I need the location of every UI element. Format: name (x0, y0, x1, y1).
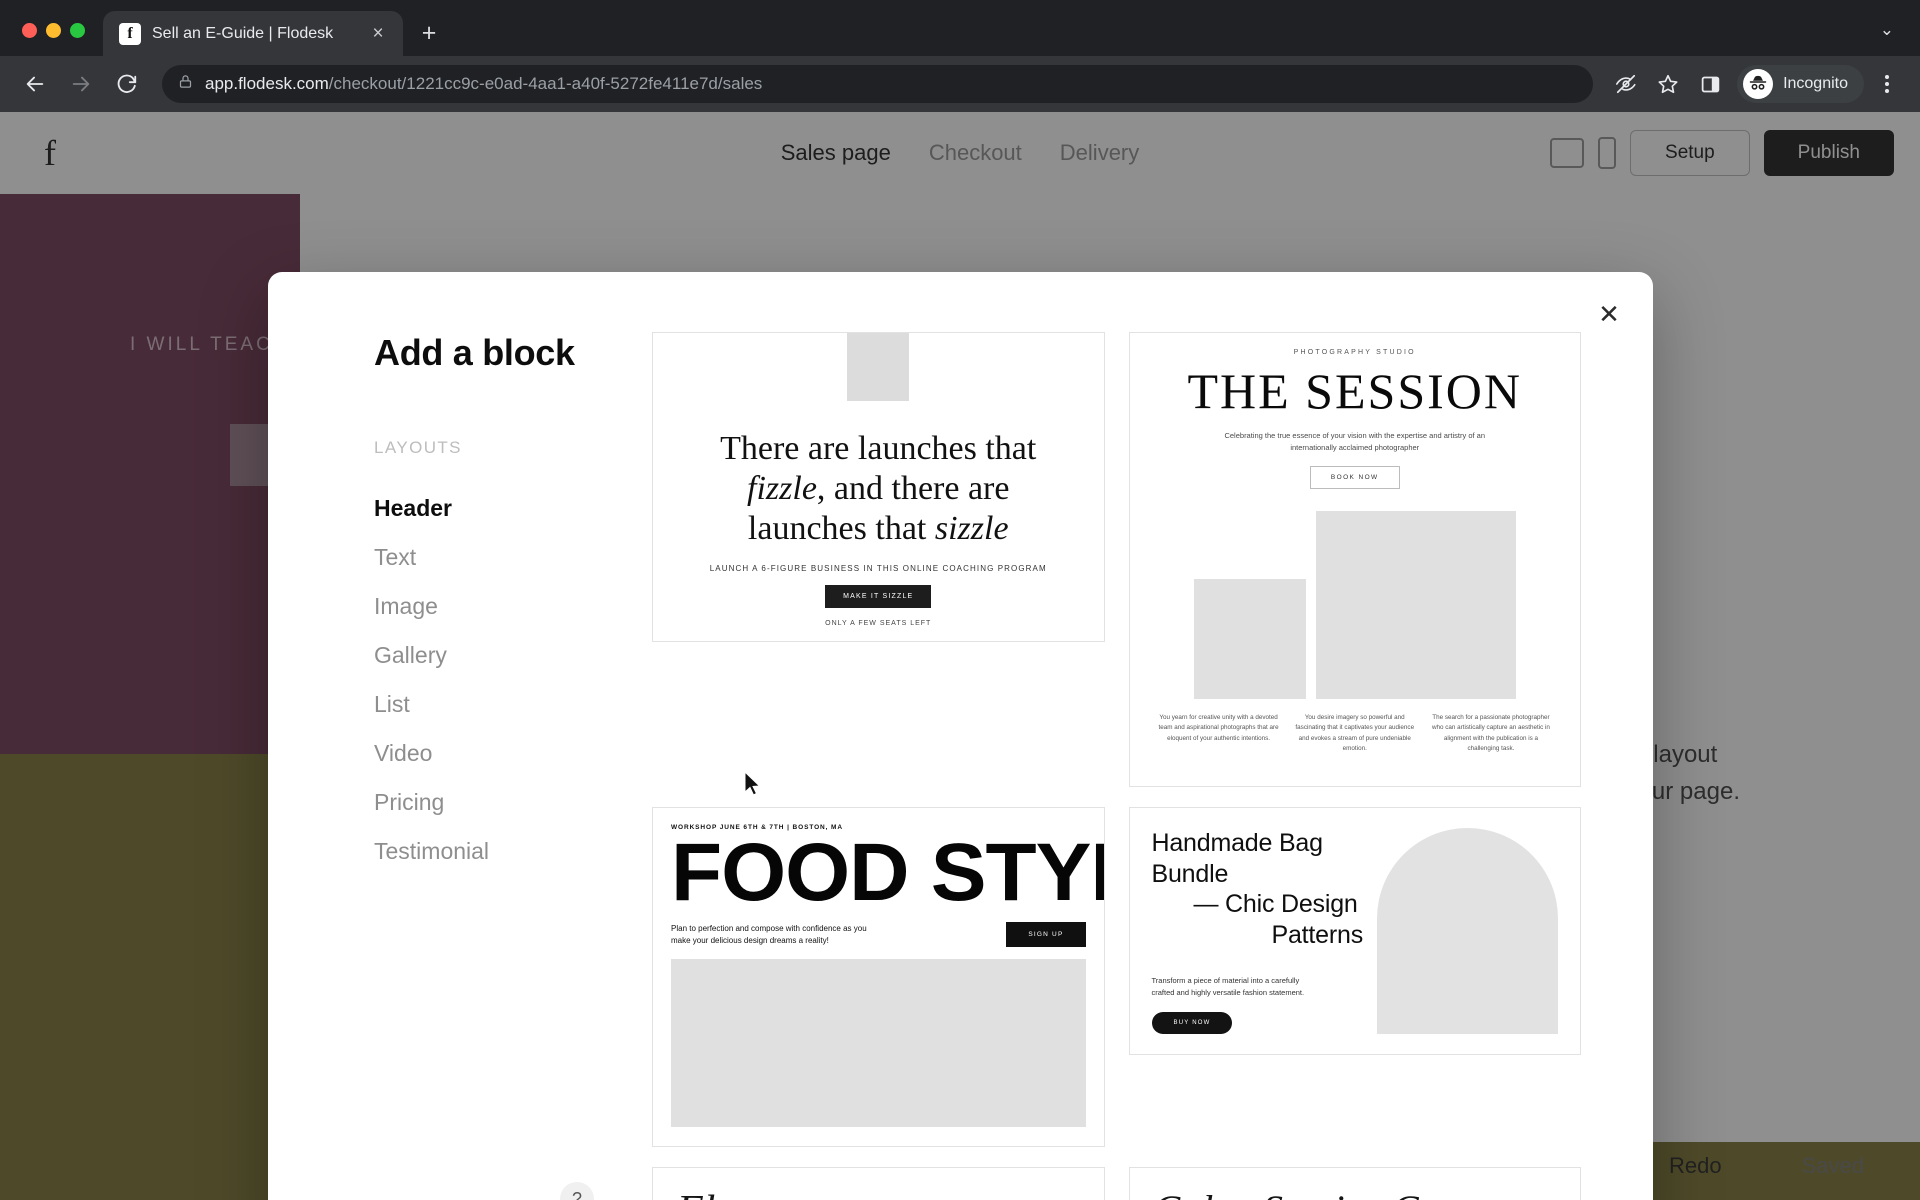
template-column-3: The search for a passionate photographer… (1431, 714, 1550, 753)
tracking-protection-icon[interactable] (1607, 65, 1645, 103)
tab-title: Sell an E-Guide | Flodesk (152, 24, 334, 42)
template-grid: There are launches that fizzle, and ther… (640, 332, 1653, 1200)
browser-menu-kebab-icon[interactable] (1868, 65, 1906, 103)
modal-title: Add a block (374, 332, 575, 373)
headline-line-4: Patterns (1271, 920, 1364, 949)
bookmark-star-icon[interactable] (1649, 65, 1687, 103)
address-bar[interactable]: app.flodesk.com/checkout/1221cc9c-e0ad-4… (162, 65, 1594, 103)
layouts-section-label: LAYOUTS (374, 438, 462, 457)
template-cta-button: BUY NOW (1151, 1012, 1233, 1034)
add-block-modal: ✕ Add a block LAYOUTS Header Text Image … (268, 272, 1653, 1200)
new-tab-button[interactable]: + (411, 15, 447, 51)
sidebar-item-gallery[interactable]: Gallery (374, 631, 640, 680)
template-column-1: You yearn for creative unity with a devo… (1158, 714, 1279, 742)
site-lock-icon (178, 74, 193, 94)
headline-line-1: Handmade Bag (1151, 829, 1324, 857)
sidebar-item-image[interactable]: Image (374, 582, 640, 631)
template-body-text: Transform a piece of material into a car… (1151, 975, 1305, 998)
template-note: ONLY A FEW SEATS LEFT (825, 620, 932, 628)
layout-category-list: Header Text Image Gallery List Video Pri… (374, 484, 640, 876)
browser-toolbar: app.flodesk.com/checkout/1221cc9c-e0ad-4… (0, 56, 1920, 112)
template-cta-button: BOOK NOW (1309, 466, 1400, 489)
template-text-column: Handmade Bag Bundle — Chic Design Patter… (1151, 828, 1364, 1034)
minimize-window-button[interactable] (46, 23, 61, 38)
close-tab-icon[interactable]: × (365, 21, 391, 47)
sidebar-item-text[interactable]: Text (374, 533, 640, 582)
template-card-the-session[interactable]: PHOTOGRAPHY STUDIO THE SESSION Celebrati… (1128, 332, 1581, 787)
close-modal-icon[interactable]: ✕ (1589, 294, 1629, 334)
modal-sidebar: Add a block LAYOUTS Header Text Image Ga… (268, 332, 640, 1200)
incognito-icon (1743, 69, 1774, 99)
url-domain: app.flodesk.com (205, 74, 329, 93)
image-placeholder (847, 333, 910, 401)
side-panel-icon[interactable] (1691, 65, 1729, 103)
template-cta-button: SIGN UP (1006, 922, 1086, 948)
template-subtitle: LAUNCH A 6-FIGURE BUSINESS IN THIS ONLIN… (709, 564, 1047, 574)
maximize-window-button[interactable] (70, 23, 85, 38)
image-placeholder-arch (1377, 828, 1558, 1034)
template-subtitle: Celebrating the true essence of your vis… (1224, 431, 1486, 452)
browser-tabstrip: f Sell an E-Guide | Flodesk × + ⌄ (0, 0, 1920, 56)
headline-line-1: Flora (677, 1190, 1080, 1200)
headline-line-2: Bundle (1151, 859, 1229, 888)
headline-line-3: — Chic Design (1193, 890, 1358, 918)
template-column-2: You desire imagery so powerful and fasci… (1295, 714, 1415, 753)
profile-incognito-pill[interactable]: Incognito (1737, 65, 1864, 103)
reload-button[interactable] (106, 63, 148, 105)
forward-button[interactable] (60, 63, 102, 105)
template-headline: THE SESSION (1187, 363, 1523, 419)
sidebar-item-header[interactable]: Header (374, 484, 640, 533)
sidebar-item-testimonial[interactable]: Testimonial (374, 827, 640, 876)
template-headline: Flora Singh (677, 1190, 1080, 1200)
template-card-flora-singh[interactable]: Flora Singh (652, 1167, 1105, 1200)
close-window-button[interactable] (22, 23, 37, 38)
template-headline: Handmade Bag Bundle — Chic Design Patter… (1152, 828, 1364, 950)
sidebar-item-pricing[interactable]: Pricing (374, 778, 640, 827)
headline-part-a: There are launches that (720, 430, 1037, 467)
tab-search-chevron-icon[interactable]: ⌄ (1880, 20, 1920, 56)
template-card-fizzle-sizzle[interactable]: There are launches that fizzle, and ther… (652, 332, 1105, 642)
image-placeholder (1193, 579, 1306, 699)
image-placeholder (1315, 511, 1516, 699)
template-card-color-stories[interactable]: Color Stories Course (1128, 1167, 1581, 1200)
url-path: /checkout/1221cc9c-e0ad-4aa1-a40f-5272fe… (328, 74, 763, 93)
template-eyebrow: PHOTOGRAPHY STUDIO (1293, 349, 1416, 356)
sidebar-item-list[interactable]: List (374, 680, 640, 729)
template-image-group (1150, 509, 1561, 699)
template-body-text: Plan to perfection and compose with conf… (671, 923, 867, 946)
template-body-row: Plan to perfection and compose with conf… (671, 922, 1086, 948)
browser-tab[interactable]: f Sell an E-Guide | Flodesk × (103, 11, 403, 56)
template-headline: FOOD STYLING (671, 827, 1104, 918)
template-headline: Color Stories Course (1154, 1190, 1557, 1200)
kebab-dots (1885, 75, 1889, 93)
template-headline: There are launches that fizzle, and ther… (685, 429, 1072, 548)
profile-label: Incognito (1783, 75, 1848, 92)
template-cta-button: MAKE IT SIZZLE (825, 585, 932, 609)
image-placeholder (671, 959, 1086, 1128)
window-traffic-lights (0, 23, 103, 56)
headline-italic-fizzle: fizzle (747, 469, 817, 507)
template-card-handmade-bag[interactable]: Handmade Bag Bundle — Chic Design Patter… (1128, 807, 1581, 1055)
modal-body: Add a block LAYOUTS Header Text Image Ga… (268, 272, 1653, 1200)
back-button[interactable] (14, 63, 56, 105)
browser-window: f Sell an E-Guide | Flodesk × + ⌄ app.fl… (0, 0, 1920, 1200)
flodesk-favicon-icon: f (119, 22, 141, 45)
address-bar-url: app.flodesk.com/checkout/1221cc9c-e0ad-4… (205, 74, 762, 94)
headline-italic-sizzle: sizzle (934, 509, 1009, 547)
sidebar-item-video[interactable]: Video (374, 729, 640, 778)
template-card-food-styling[interactable]: WORKSHOP JUNE 6TH & 7TH | BOSTON, MA FOO… (652, 807, 1105, 1147)
page-viewport: f Sales page Checkout Delivery Setup Pub… (0, 112, 1920, 1200)
template-text-columns: You yearn for creative unity with a devo… (1150, 713, 1561, 755)
